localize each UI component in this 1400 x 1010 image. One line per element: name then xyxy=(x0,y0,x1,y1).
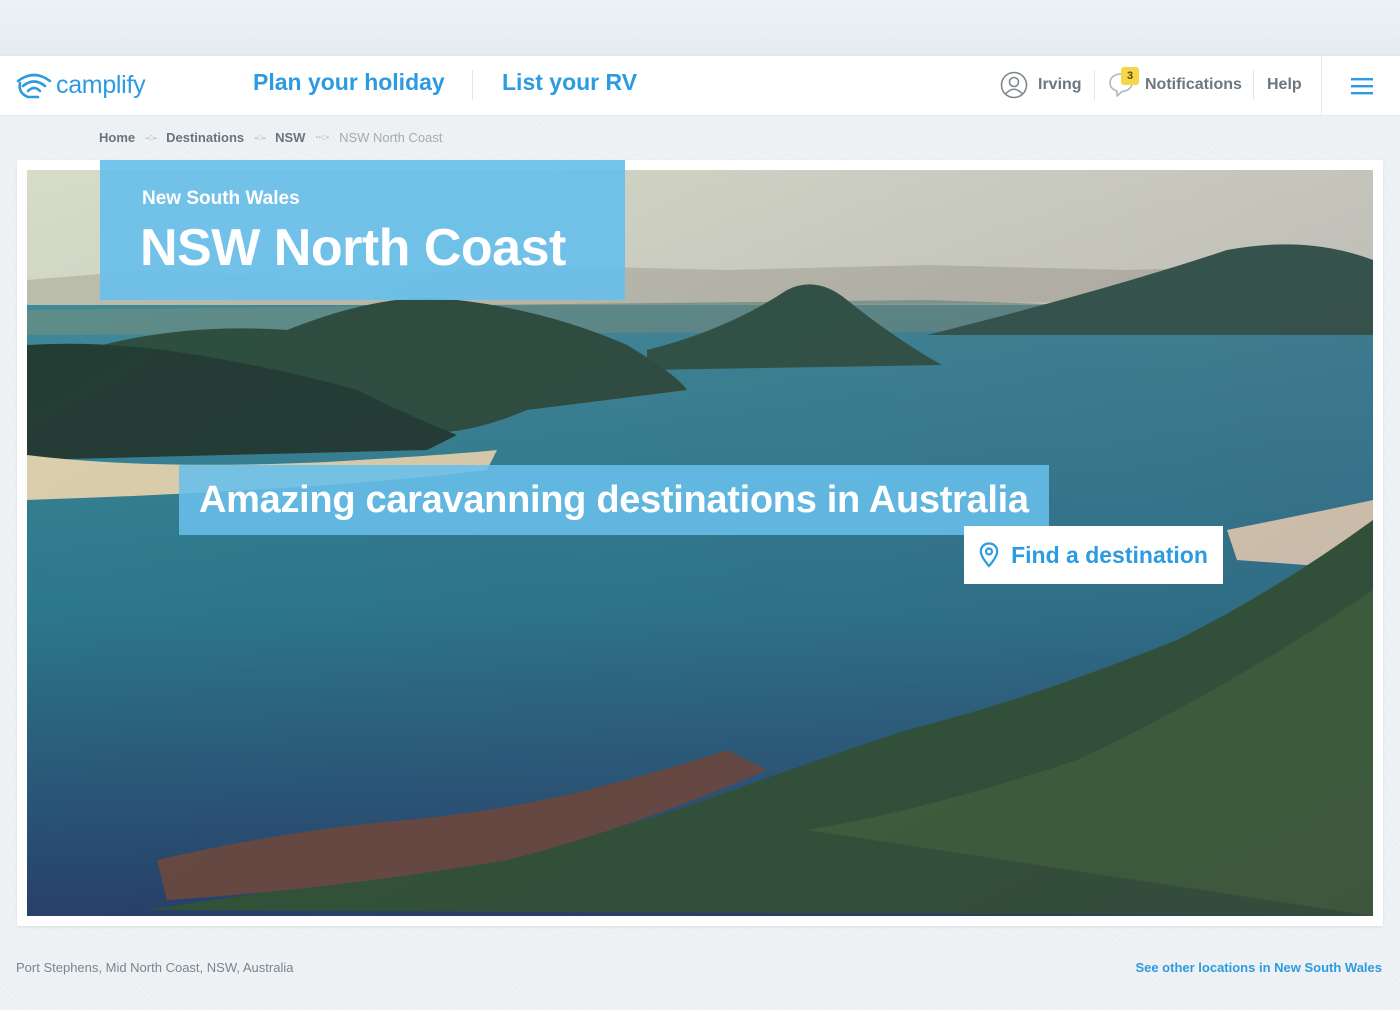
camplify-logo[interactable]: camplify xyxy=(16,70,146,100)
menu-button[interactable] xyxy=(1321,56,1400,115)
breadcrumb-separator: -○- xyxy=(145,131,157,144)
nav-divider xyxy=(472,70,473,100)
breadcrumb-separator: ··○· xyxy=(315,131,330,144)
find-destination-label: Find a destination xyxy=(1011,541,1208,568)
breadcrumb-destinations[interactable]: Destinations xyxy=(166,130,244,145)
nav-list-your-rv[interactable]: List your RV xyxy=(502,69,637,96)
breadcrumb-separator: -○- xyxy=(254,131,266,144)
user-circle-icon xyxy=(1000,71,1028,99)
nav-plan-your-holiday[interactable]: Plan your holiday xyxy=(253,69,445,96)
map-pin-icon xyxy=(979,542,999,568)
user-name: Irving xyxy=(1038,76,1082,93)
breadcrumb-nsw[interactable]: NSW xyxy=(275,130,305,145)
breadcrumb-current: NSW North Coast xyxy=(339,130,443,145)
header-divider xyxy=(1253,70,1254,100)
see-other-locations-link[interactable]: See other locations in New South Wales xyxy=(1135,960,1382,975)
notification-count-badge: 3 xyxy=(1121,67,1139,85)
hero-title-box: New South Wales NSW North Coast xyxy=(100,160,625,300)
breadcrumb-home[interactable]: Home xyxy=(99,130,135,145)
header-divider xyxy=(1094,70,1095,100)
notifications-icon-wrap: 3 xyxy=(1108,67,1139,99)
site-header: camplify Plan your holiday List your RV … xyxy=(0,55,1400,116)
user-menu[interactable]: Irving xyxy=(1000,71,1082,99)
logo-wordmark: camplify xyxy=(56,70,146,99)
hero-tagline: Amazing caravanning destinations in Aust… xyxy=(179,465,1049,535)
help-link[interactable]: Help xyxy=(1267,76,1302,94)
hero-region: New South Wales xyxy=(142,188,300,209)
notifications-button[interactable]: 3 Notifications xyxy=(1108,67,1242,99)
photo-location: Port Stephens, Mid North Coast, NSW, Aus… xyxy=(16,960,294,975)
wifi-wave-logo-icon xyxy=(16,73,52,99)
breadcrumb: Home -○- Destinations -○- NSW ··○· NSW N… xyxy=(99,130,442,145)
notifications-label: Notifications xyxy=(1145,76,1242,93)
top-strip xyxy=(0,0,1400,55)
find-destination-button[interactable]: Find a destination xyxy=(964,526,1223,584)
hero-title: NSW North Coast xyxy=(140,219,566,277)
hamburger-icon xyxy=(1350,77,1373,94)
